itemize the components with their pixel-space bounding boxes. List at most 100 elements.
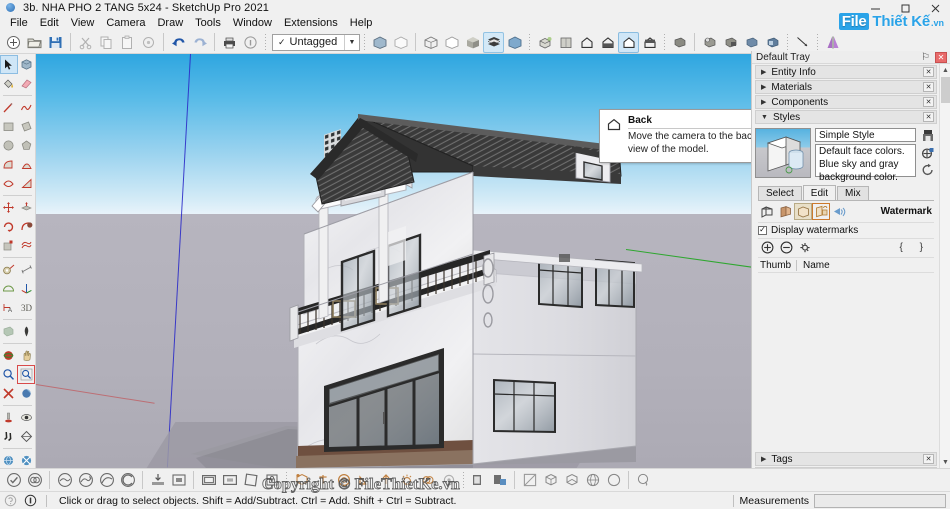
face-settings-icon[interactable] <box>776 203 794 220</box>
open-document-icon[interactable] <box>24 32 45 53</box>
circle-tool-icon[interactable] <box>0 136 18 155</box>
look-around-icon[interactable] <box>18 408 36 427</box>
dynamic-components-report-icon[interactable] <box>333 470 354 491</box>
section-close-button[interactable]: ✕ <box>923 112 934 122</box>
model-viewport[interactable]: Back Move the camera to the back view of… <box>36 54 751 468</box>
tray-close-button[interactable]: ✕ <box>935 52 947 63</box>
watermark-reorder-controls[interactable]: { } <box>900 242 930 253</box>
advanced-camera-show-icon[interactable] <box>240 470 261 491</box>
menu-camera[interactable]: Camera <box>100 16 151 31</box>
section-close-button[interactable]: ✕ <box>923 67 934 77</box>
undo-icon[interactable] <box>168 32 189 53</box>
expand-triangle-icon[interactable]: ▶ <box>761 68 766 76</box>
3dtext-tool-icon[interactable]: 3D <box>18 298 36 317</box>
menu-draw[interactable]: Draw <box>151 16 189 31</box>
mirror-tool-icon[interactable] <box>822 32 843 53</box>
menu-help[interactable]: Help <box>344 16 379 31</box>
collapse-triangle-icon[interactable]: ▼ <box>761 114 768 121</box>
style-shaded-icon[interactable] <box>462 32 483 53</box>
style-builder-icon[interactable] <box>519 470 540 491</box>
tag-selector[interactable]: ✓ Untagged ▼ <box>272 33 360 51</box>
freehand-tool-icon[interactable] <box>18 98 36 117</box>
tab-select[interactable]: Select <box>758 186 802 200</box>
view-front-icon[interactable] <box>576 32 597 53</box>
watermark-settings-gear-icon[interactable] <box>796 240 815 256</box>
maximize-button[interactable] <box>890 0 920 16</box>
rotated-rectangle-tool-icon[interactable] <box>18 117 36 136</box>
style-shaded-textures-icon[interactable] <box>483 31 504 53</box>
standard-views-iso-icon[interactable] <box>540 470 561 491</box>
sandbox-from-contours-icon[interactable] <box>54 470 75 491</box>
section-entity-info[interactable]: ▶ Entity Info ✕ <box>755 65 937 79</box>
section-tags[interactable]: ▶ Tags ✕ <box>755 452 937 466</box>
view-back-icon[interactable] <box>618 31 639 53</box>
background-settings-icon[interactable] <box>794 203 812 220</box>
style-backedges-icon[interactable] <box>390 32 411 53</box>
minimize-button[interactable] <box>860 0 890 16</box>
zoom-tool-icon[interactable] <box>0 365 17 384</box>
text-tool-icon[interactable]: A <box>0 298 18 317</box>
print-icon[interactable] <box>219 32 240 53</box>
new-document-icon[interactable] <box>3 32 24 53</box>
orbit-tool-icon[interactable] <box>0 346 18 365</box>
menu-window[interactable]: Window <box>227 16 278 31</box>
standard-views-alt-icon[interactable] <box>561 470 582 491</box>
dynamic-components-mix-icon[interactable] <box>417 470 438 491</box>
menu-file[interactable]: File <box>4 16 34 31</box>
offset-tool-icon[interactable] <box>18 236 36 255</box>
style-name-field[interactable]: Simple Style <box>815 128 916 142</box>
dynamic-components-toggle-icon[interactable] <box>396 470 417 491</box>
scroll-thumb[interactable] <box>941 77 950 103</box>
layout-send-icon[interactable] <box>468 470 489 491</box>
expand-triangle-icon[interactable]: ▶ <box>761 455 766 463</box>
paint-bucket-icon[interactable] <box>0 74 18 93</box>
remove-watermark-icon[interactable] <box>777 240 796 256</box>
view-right-icon[interactable] <box>597 32 618 53</box>
pin-icon[interactable]: ⚐ <box>921 52 930 63</box>
scroll-down-icon[interactable]: ▼ <box>940 456 950 468</box>
style-monochrome-icon[interactable] <box>504 32 525 53</box>
section-close-button[interactable]: ✕ <box>923 82 934 92</box>
zoom-extents-tool-icon[interactable] <box>17 365 35 384</box>
update-style-icon[interactable] <box>919 145 937 160</box>
rectangle-tool-icon[interactable] <box>0 117 18 136</box>
line-tool-icon[interactable] <box>0 98 18 117</box>
menu-tools[interactable]: Tools <box>189 16 227 31</box>
tab-mix[interactable]: Mix <box>837 186 869 200</box>
layout-update-icon[interactable] <box>489 470 510 491</box>
tab-edit[interactable]: Edit <box>802 185 837 200</box>
section-close-button[interactable]: ✕ <box>923 97 934 107</box>
pie-tool-icon[interactable] <box>18 174 36 193</box>
section-materials[interactable]: ▶ Materials ✕ <box>755 80 937 94</box>
sandbox-drape-icon[interactable] <box>147 470 168 491</box>
style-description-field[interactable]: Default face colors. Blue sky and gray b… <box>815 144 916 183</box>
status-info-icon[interactable] <box>20 493 40 509</box>
sandbox-smoove-icon[interactable] <box>96 470 117 491</box>
pan-tool-icon[interactable] <box>18 346 36 365</box>
add-watermark-icon[interactable] <box>758 240 777 256</box>
measurements-input[interactable] <box>814 493 946 508</box>
sandbox-stamp-icon[interactable] <box>117 470 138 491</box>
axes-icon[interactable] <box>18 279 36 298</box>
zoom-window-tool-icon[interactable] <box>0 384 18 403</box>
classifier-icon[interactable] <box>633 470 654 491</box>
section-plane-icon[interactable] <box>669 32 690 53</box>
watermark-settings-icon[interactable] <box>812 203 830 220</box>
eraser-icon[interactable] <box>18 74 36 93</box>
tape-measure-icon[interactable] <box>0 260 18 279</box>
followme-tool-icon[interactable] <box>18 217 36 236</box>
make-component-icon[interactable] <box>18 55 35 74</box>
move-tool-icon[interactable] <box>0 198 18 217</box>
cut-icon[interactable] <box>75 32 96 53</box>
display-watermarks-checkbox[interactable]: ✓ <box>758 225 767 235</box>
redo-icon[interactable] <box>189 32 210 53</box>
advanced-camera-frame-icon[interactable] <box>198 470 219 491</box>
2point-arc-tool-icon[interactable] <box>18 155 36 174</box>
pushpull-tool-icon[interactable] <box>18 198 36 217</box>
section-cuts-icon[interactable] <box>720 32 741 53</box>
sandbox-detail-icon[interactable] <box>168 470 189 491</box>
menu-view[interactable]: View <box>65 16 101 31</box>
sandbox-from-scratch-icon[interactable] <box>75 470 96 491</box>
dimension-icon[interactable] <box>18 260 36 279</box>
chevron-down-icon[interactable]: ▼ <box>344 34 359 50</box>
